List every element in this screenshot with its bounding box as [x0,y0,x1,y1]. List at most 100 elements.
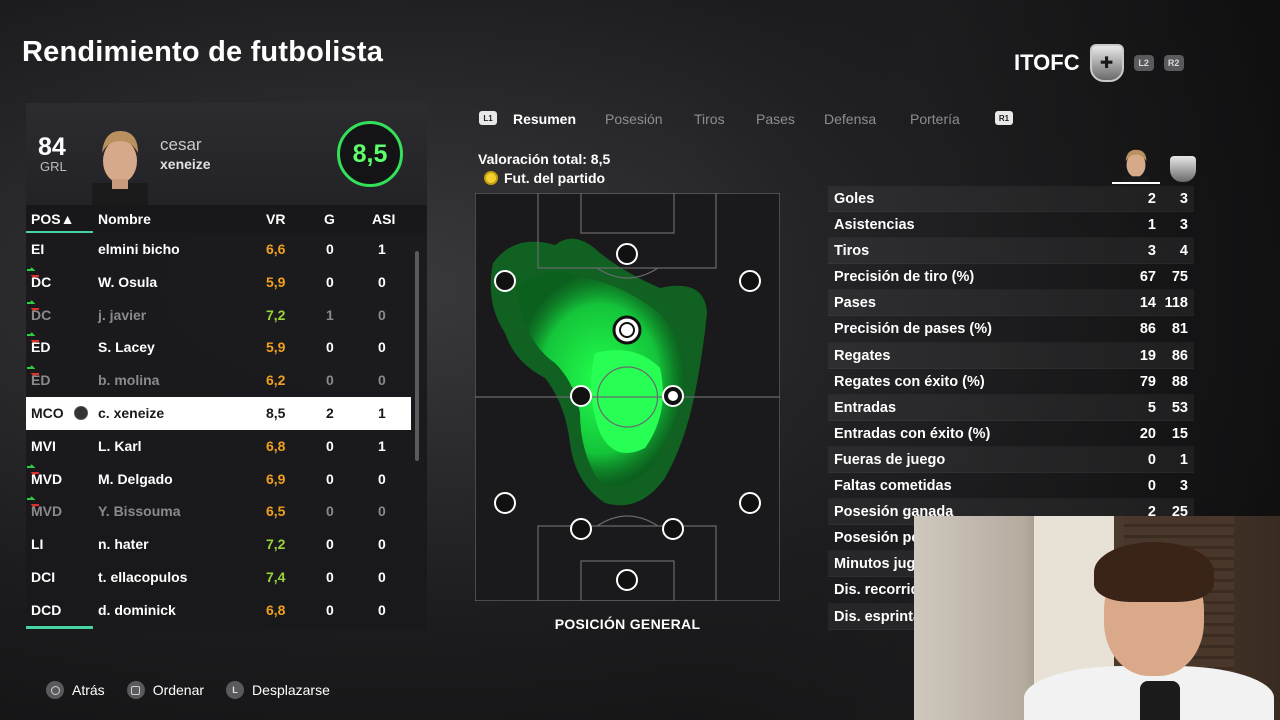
row-rating: 6,9 [266,470,286,487]
row-goals: 0 [326,536,334,553]
stat-row: Pases 14 118 [828,290,1194,317]
row-position: MVD [31,470,63,487]
table-row[interactable]: ED S. Lacey 5,9 0 0 [26,331,427,364]
row-assists: 0 [378,470,386,487]
r1-button-icon[interactable]: R1 [995,111,1013,125]
stat-label: Entradas [834,399,897,416]
tab-posesion[interactable]: Posesión [605,111,663,127]
table-row[interactable]: EI elmini bicho 6,6 0 1 [26,233,427,266]
row-player-name: j. javier [98,306,147,323]
row-goals: 0 [326,601,334,618]
row-rating: 7,4 [266,568,286,585]
row-rating: 6,2 [266,372,286,389]
stat-label: Regates con éxito (%) [834,373,985,390]
row-goals: 0 [326,568,334,585]
r2-button-icon[interactable]: R2 [1163,55,1184,71]
row-position: DCI [31,568,56,585]
stat-team-value: 86 [1171,347,1188,364]
row-goals: 1 [326,306,334,323]
table-row[interactable]: DCD d. dominick 6,8 0 0 [26,594,427,627]
row-position: EI [31,241,45,257]
table-row[interactable]: MVI L. Karl 6,8 0 1 [26,430,427,463]
circle-button-icon [46,681,64,699]
stat-row: Regates 19 86 [828,342,1194,369]
row-goals: 2 [326,404,334,421]
row-player-name: M. Delgado [98,470,173,487]
row-position: MVD [31,503,63,520]
match-rating-badge: 8,5 [337,121,403,187]
row-player-name: t. ellacopulos [98,568,188,585]
table-row[interactable]: DCI t. ellacopulos 7,4 0 0 [26,561,427,594]
stat-row: Asistencias 1 3 [828,212,1194,239]
row-position: DCD [31,601,62,618]
row-assists: 1 [378,241,386,257]
tab-porteria[interactable]: Portería [910,111,960,127]
row-position: DC [31,306,52,323]
row-goals: 0 [326,273,334,290]
tab-pases[interactable]: Pases [756,111,795,127]
row-assists: 1 [378,404,386,421]
overall-label: GRL [40,159,67,174]
scrollbar[interactable] [415,251,419,461]
scroll-control[interactable]: L Desplazarse [226,681,330,699]
col-goals-header[interactable]: G [324,211,335,227]
stat-row: Precisión de tiro (%) 67 75 [828,264,1194,291]
total-rating-label: Valoración total: 8,5 [478,151,611,167]
l2-button-icon[interactable]: L2 [1133,55,1154,71]
l1-button-icon[interactable]: L1 [479,111,497,125]
man-of-the-match: Fut. del partido [484,170,605,186]
stat-player-value: 2 [1147,191,1156,207]
club-crest-icon: ✚ [1089,44,1124,82]
tab-resumen[interactable]: Resumen [513,111,576,127]
table-row[interactable]: MVD Y. Bissouma 6,5 0 0 [26,495,427,528]
tab-defensa[interactable]: Defensa [824,111,876,127]
player-portrait-icon [92,131,148,205]
stat-label: Asistencias [834,217,915,234]
table-row[interactable]: LI n. hater 7,2 0 0 [26,528,427,561]
club-name: ITOFC [1014,50,1080,75]
back-label: Atrás [72,682,105,698]
row-player-name: c. xeneize [98,404,165,421]
stat-row: Tiros 3 4 [828,238,1194,265]
stat-row: Regates con éxito (%) 79 88 [828,369,1194,395]
table-row[interactable]: MVD M. Delgado 6,9 0 0 [26,463,427,496]
stat-player-value: 0 [1147,451,1156,468]
table-row[interactable]: DC W. Osula 5,9 0 0 [26,266,427,299]
scroll-label: Desplazarse [252,682,330,698]
square-button-icon [126,681,145,699]
row-position: ED [31,372,51,389]
col-assists-header[interactable]: ASI [372,211,395,227]
back-control[interactable]: Atrás [46,681,105,699]
stat-player-value: 67 [1139,269,1156,286]
stat-player-value: 20 [1139,425,1156,442]
row-rating: 6,8 [266,437,286,454]
row-player-name: S. Lacey [98,339,155,356]
row-rating: 6,5 [266,503,286,520]
stat-row: Entradas 5 53 [828,394,1194,421]
page-title: Rendimiento de futbolista [22,36,384,68]
sort-control[interactable]: Ordenar [126,681,204,699]
stat-row: Entradas con éxito (%) 20 15 [828,421,1194,447]
row-rating: 5,9 [266,273,286,290]
row-assists: 0 [378,372,386,389]
stat-player-value: 14 [1139,295,1156,312]
col-vr-header[interactable]: VR [266,211,285,227]
tab-tiros[interactable]: Tiros [694,111,725,127]
row-player-name: L. Karl [98,437,142,454]
row-position: MVI [31,437,56,454]
row-rating: 7,2 [266,536,286,553]
row-player-name: n. hater [98,536,149,553]
col-name-header[interactable]: Nombre [98,211,151,227]
ball-icon [74,405,88,420]
row-player-name: W. Osula [98,273,158,290]
table-row[interactable]: MCO c. xeneize 8,5 2 1 [26,396,411,430]
table-row[interactable]: ED b. molina 6,2 0 0 [26,364,427,397]
row-player-name: elmini bicho [98,241,180,257]
stat-label: Precisión de tiro (%) [834,269,975,286]
stat-team-value: 88 [1171,373,1188,390]
webcam-microphone [1140,681,1180,720]
pitch-heatmap [475,193,780,601]
table-row[interactable]: DC j. javier 7,2 1 0 [26,299,427,332]
col-pos-header[interactable]: POS▲ [31,211,74,227]
stat-team-value: 3 [1179,191,1188,207]
